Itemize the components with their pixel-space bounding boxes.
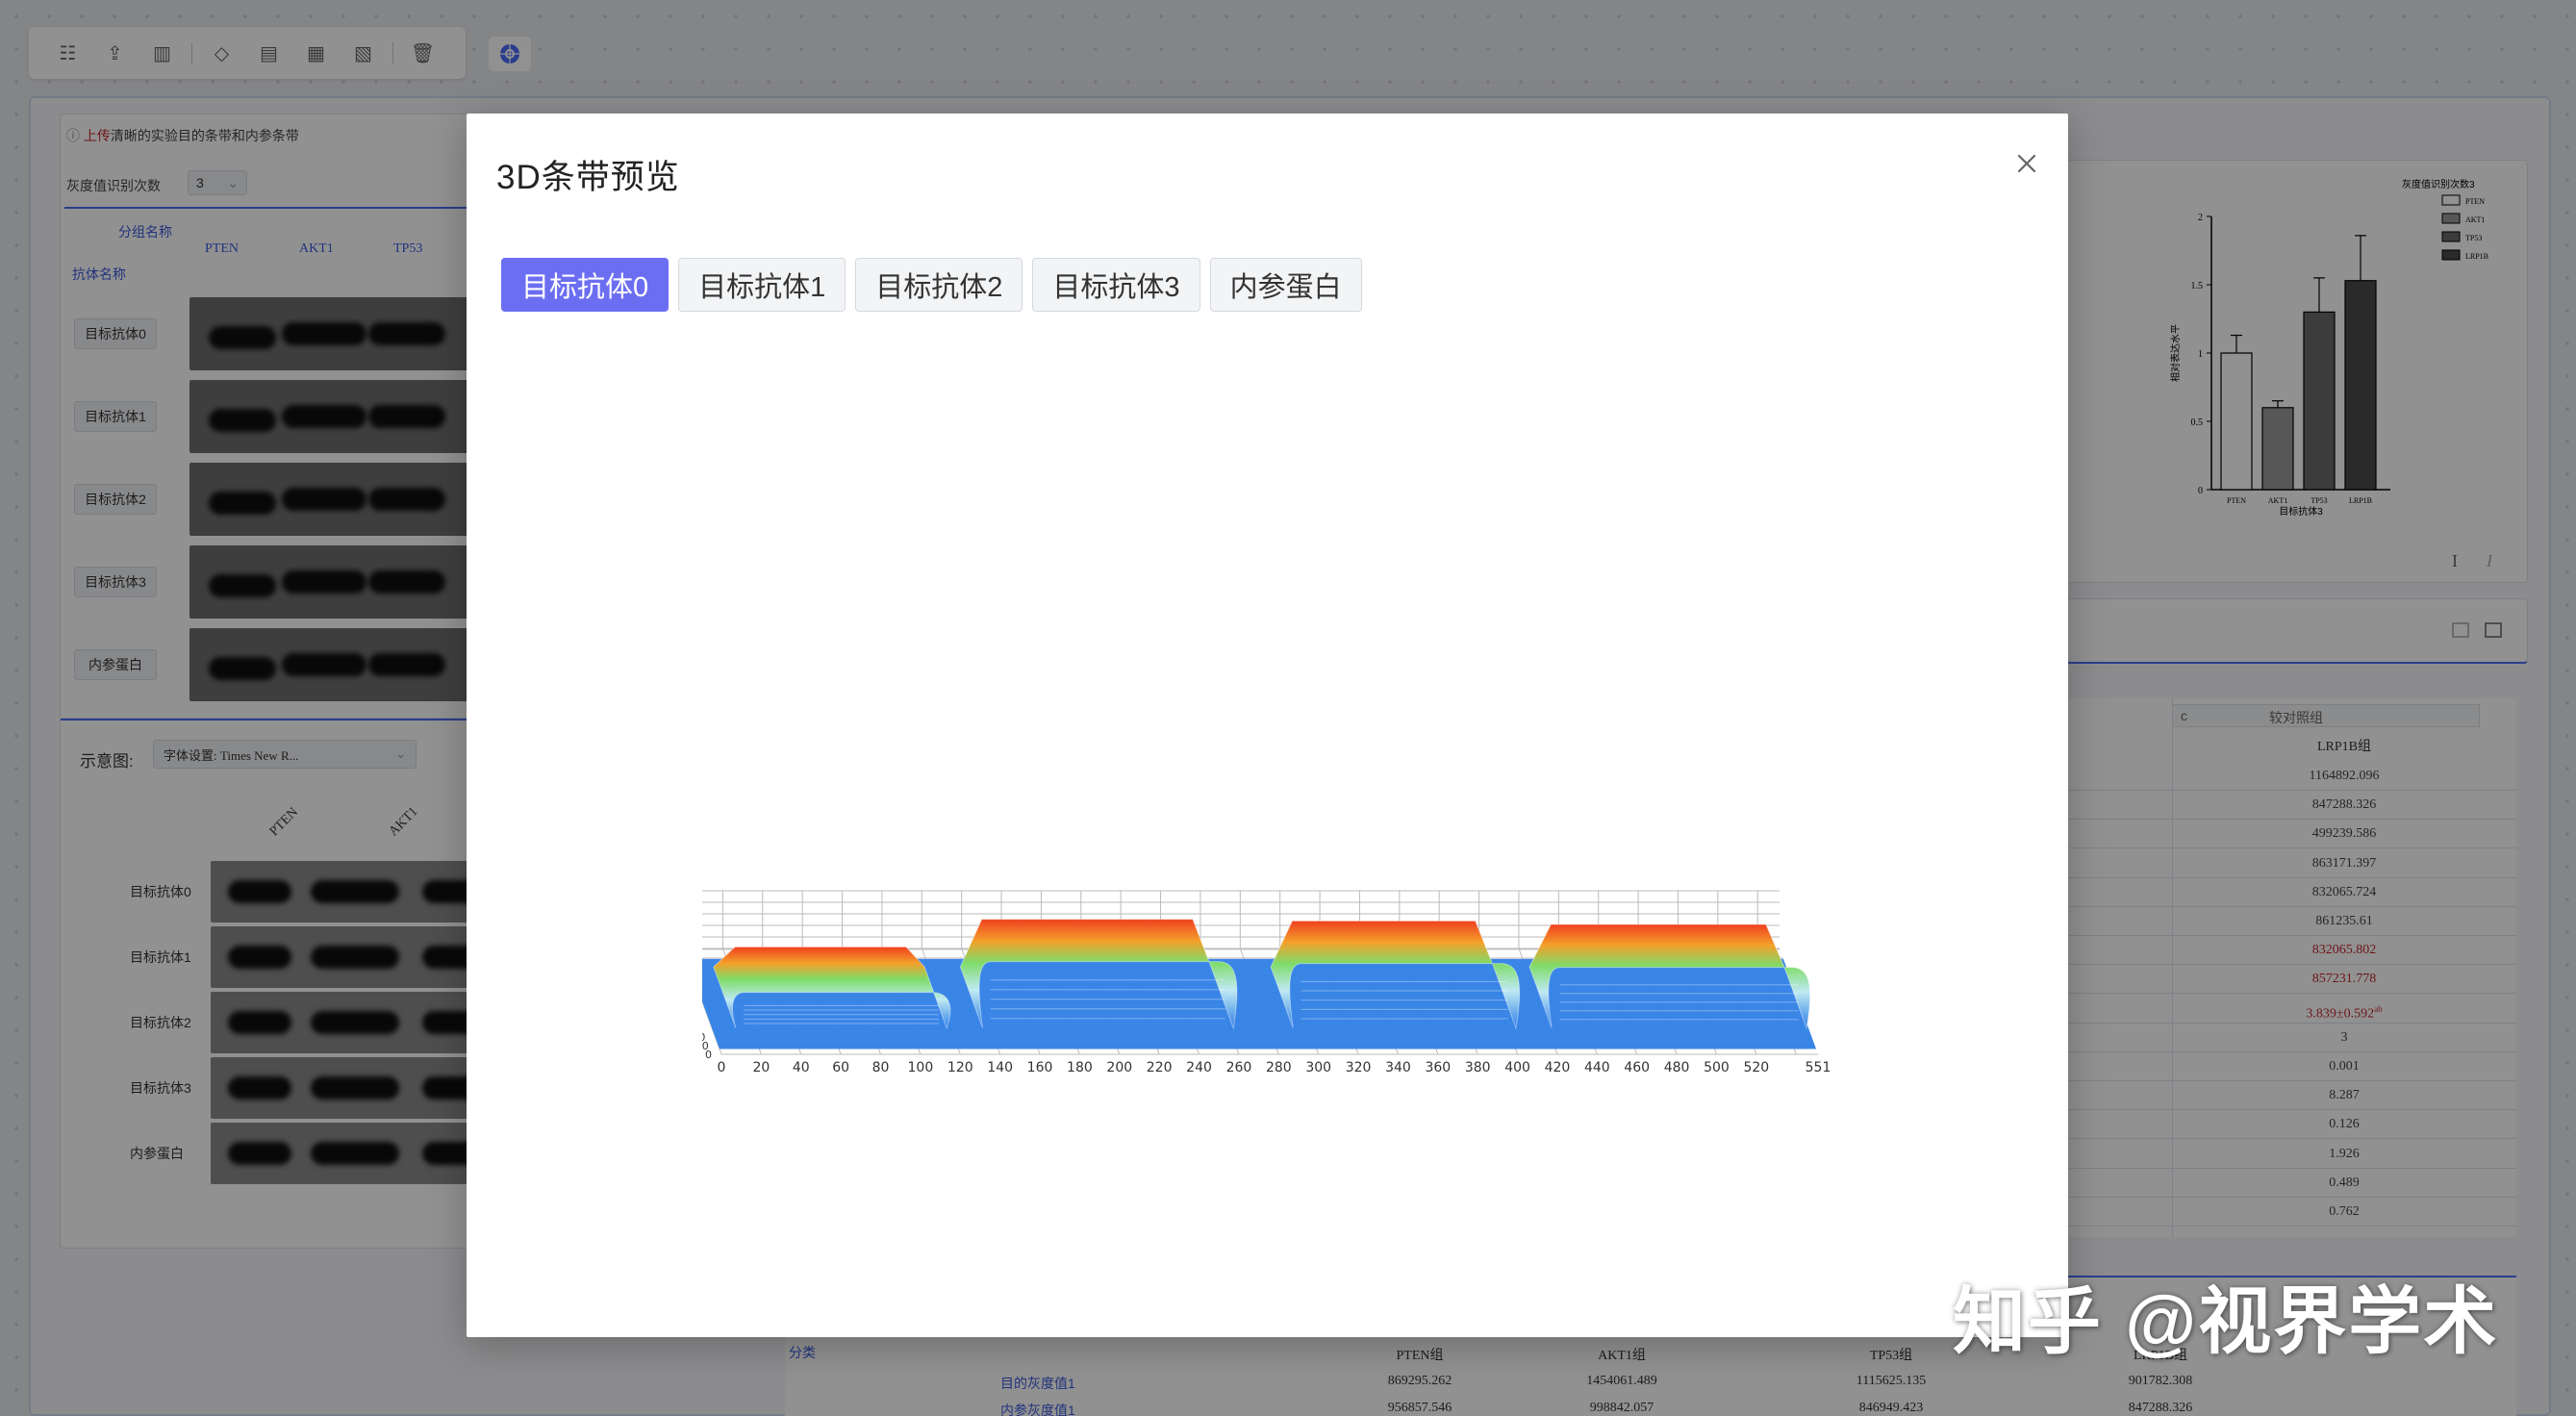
- x-tick-label: 140: [987, 1060, 1013, 1075]
- x-tick-label: 380: [1465, 1060, 1491, 1075]
- x-tick-label: 500: [1704, 1060, 1730, 1075]
- x-tick-label: 0: [718, 1060, 726, 1075]
- x-tick-label: 260: [1226, 1060, 1252, 1075]
- x-tick-label: 20: [752, 1060, 770, 1075]
- tab-antibody-1[interactable]: 目标抗体1: [678, 258, 846, 312]
- x-tick-label: 160: [1027, 1060, 1053, 1075]
- x-tick-label: 120: [947, 1060, 973, 1075]
- y-tick-label: 20: [702, 1031, 705, 1044]
- x-tick-label: 340: [1385, 1060, 1411, 1075]
- x-tick-label: 460: [1624, 1060, 1650, 1075]
- x-tick-label: 100: [908, 1060, 934, 1075]
- x-tick-label: 220: [1147, 1060, 1173, 1075]
- 3d-band-plot: 0 20 40 60 80 100 120 140 160 180 200 220 240 260 280 3…: [702, 890, 1831, 1075]
- close-icon: [2017, 154, 2036, 173]
- x-tick-label: 440: [1584, 1060, 1610, 1075]
- x-tick-label: 80: [872, 1060, 890, 1075]
- antibody-tabs: 目标抗体0 目标抗体1 目标抗体2 目标抗体3 内参蛋白: [501, 258, 1362, 312]
- x-tick-label: 420: [1545, 1060, 1571, 1075]
- x-tick-label: 360: [1425, 1060, 1451, 1075]
- x-tick-label: 480: [1664, 1060, 1690, 1075]
- tab-antibody-4[interactable]: 内参蛋白: [1209, 258, 1362, 312]
- x-tick-label: 551: [1806, 1060, 1831, 1075]
- x-tick-label: 240: [1186, 1060, 1212, 1075]
- watermark: 知乎 @视界学术: [1953, 1281, 2499, 1363]
- tab-antibody-2[interactable]: 目标抗体2: [855, 258, 1023, 312]
- x-tick-label: 280: [1266, 1060, 1292, 1075]
- tab-antibody-3[interactable]: 目标抗体3: [1032, 258, 1200, 312]
- close-button[interactable]: [2006, 142, 2048, 185]
- x-tick-label: 520: [1743, 1060, 1769, 1075]
- x-tick-label: 180: [1067, 1060, 1093, 1075]
- x-tick-label: 300: [1305, 1060, 1331, 1075]
- x-tick-label: 400: [1504, 1060, 1530, 1075]
- tab-antibody-0[interactable]: 目标抗体0: [501, 258, 669, 312]
- preview-modal: 3D条带预览 目标抗体0 目标抗体1 目标抗体2 目标抗体3 内参蛋白 0 20 40 60 8…: [467, 114, 2068, 1337]
- x-tick-label: 60: [832, 1060, 849, 1075]
- modal-title: 3D条带预览: [496, 159, 680, 196]
- x-tick-label: 200: [1106, 1060, 1132, 1075]
- x-tick-label: 320: [1346, 1060, 1372, 1075]
- x-tick-label: 40: [793, 1060, 810, 1075]
